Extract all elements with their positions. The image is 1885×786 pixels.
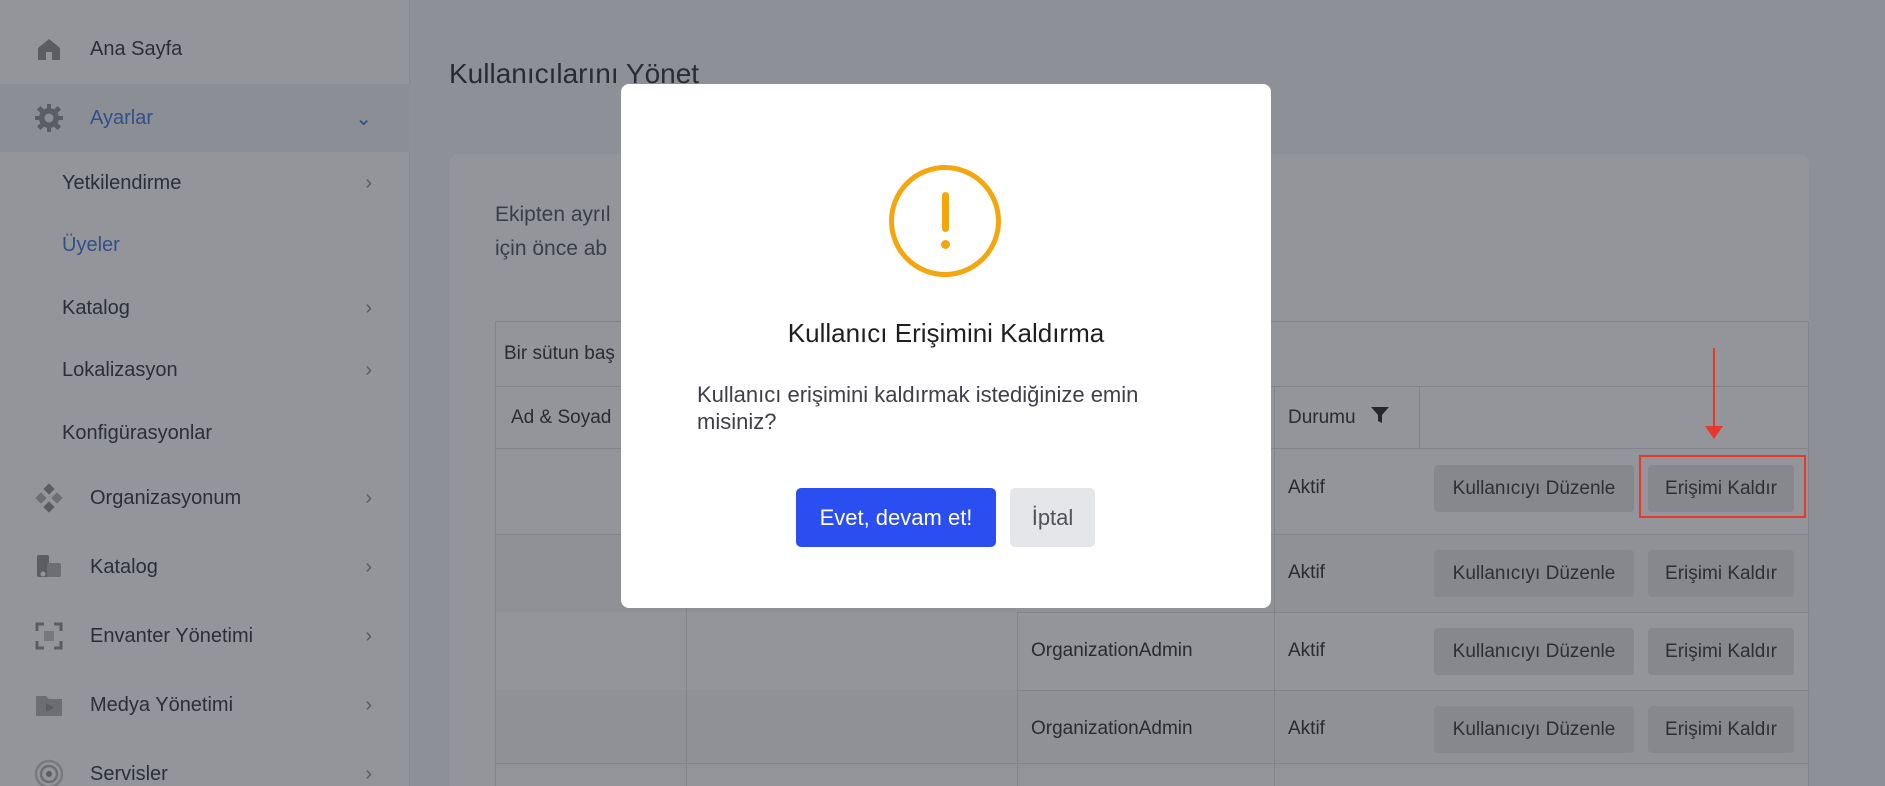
- annotation-arrow-shaft: [1713, 348, 1715, 428]
- confirm-dialog: Kullanıcı Erişimini Kaldırma Kullanıcı e…: [621, 84, 1271, 608]
- cancel-button[interactable]: İptal: [1010, 488, 1095, 547]
- dialog-title: Kullanıcı Erişimini Kaldırma: [787, 318, 1105, 348]
- confirm-button[interactable]: Evet, devam et!: [796, 488, 996, 547]
- annotation-highlight-box: [1639, 455, 1806, 518]
- dialog-message: Kullanıcı erişimini kaldırmak istediğini…: [697, 382, 1139, 434]
- annotation-arrow-head: [1705, 426, 1723, 439]
- warning-icon: [889, 165, 1001, 277]
